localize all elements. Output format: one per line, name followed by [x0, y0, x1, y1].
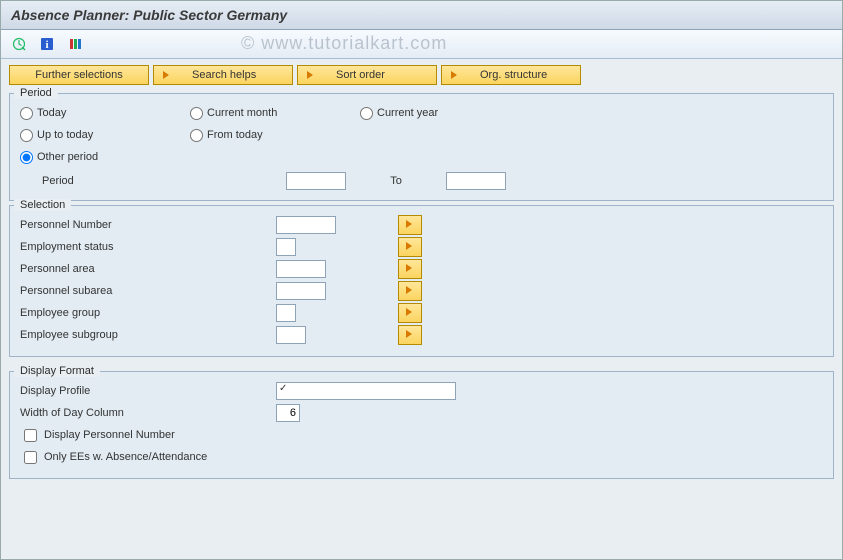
- perssub-label: Personnel subarea: [20, 285, 270, 297]
- persarea-multiple-selection-button[interactable]: [398, 259, 422, 279]
- period-to-input[interactable]: [446, 172, 506, 190]
- further-selections-label: Further selections: [35, 69, 122, 81]
- sort-order-button[interactable]: Sort order: [297, 65, 437, 85]
- eg-multiple-selection-button[interactable]: [398, 303, 422, 323]
- sort-order-label: Sort order: [336, 69, 385, 81]
- radio-up-to-today-label: Up to today: [37, 129, 93, 141]
- selection-row-pernr: Personnel Number: [20, 214, 823, 236]
- radio-current-month-input[interactable]: [190, 107, 203, 120]
- arrow-right-icon: [448, 68, 462, 82]
- display-profile-label: Display Profile: [20, 385, 270, 397]
- width-day-column-label: Width of Day Column: [20, 407, 270, 419]
- svg-text:i: i: [45, 39, 48, 51]
- arrow-right-icon: [404, 328, 416, 343]
- display-profile-input[interactable]: [276, 382, 456, 400]
- radio-up-to-today-input[interactable]: [20, 129, 33, 142]
- selection-row-eg: Employee group: [20, 302, 823, 324]
- pernr-label: Personnel Number: [20, 219, 270, 231]
- esg-input[interactable]: [276, 326, 306, 344]
- only-ees-checkbox-row[interactable]: Only EEs w. Absence/Attendance: [20, 446, 823, 468]
- arrow-right-icon: [404, 284, 416, 299]
- radio-from-today-input[interactable]: [190, 129, 203, 142]
- radio-other-period[interactable]: Other period: [20, 151, 190, 164]
- search-helps-button[interactable]: Search helps: [153, 65, 293, 85]
- window-titlebar: Absence Planner: Public Sector Germany: [1, 1, 842, 30]
- radio-today[interactable]: Today: [20, 107, 190, 120]
- org-structure-button[interactable]: Org. structure: [441, 65, 581, 85]
- radio-today-input[interactable]: [20, 107, 33, 120]
- period-to-label: To: [356, 175, 436, 187]
- empstat-input[interactable]: [276, 238, 296, 256]
- arrow-right-icon: [304, 68, 318, 82]
- bars-icon: [68, 37, 82, 51]
- information-button[interactable]: i: [37, 34, 57, 54]
- arrow-right-icon: [160, 68, 174, 82]
- pernr-multiple-selection-button[interactable]: [398, 215, 422, 235]
- display-pernr-label: Display Personnel Number: [44, 429, 175, 441]
- app-toolbar: i: [1, 30, 842, 59]
- selection-row-empstat: Employment status: [20, 236, 823, 258]
- perssub-multiple-selection-button[interactable]: [398, 281, 422, 301]
- radio-from-today[interactable]: From today: [190, 129, 360, 142]
- only-ees-checkbox[interactable]: [24, 451, 37, 464]
- persarea-input[interactable]: [276, 260, 326, 278]
- period-panel: Period Today Current month Current year …: [9, 93, 834, 201]
- radio-current-month-label: Current month: [207, 107, 277, 119]
- period-from-input[interactable]: [286, 172, 346, 190]
- display-legend: Display Format: [14, 365, 100, 377]
- esg-multiple-selection-button[interactable]: [398, 325, 422, 345]
- info-icon: i: [40, 37, 54, 51]
- selection-row-persarea: Personnel area: [20, 258, 823, 280]
- pernr-input[interactable]: [276, 216, 336, 234]
- selection-panel: Selection Personnel NumberEmployment sta…: [9, 205, 834, 357]
- arrow-right-icon: [404, 240, 416, 255]
- esg-label: Employee subgroup: [20, 329, 270, 341]
- only-ees-label: Only EEs w. Absence/Attendance: [44, 451, 207, 463]
- display-pernr-checkbox[interactable]: [24, 429, 37, 442]
- further-selections-button[interactable]: Further selections: [9, 65, 149, 85]
- radio-from-today-label: From today: [207, 129, 263, 141]
- arrow-right-icon: [404, 218, 416, 233]
- app-window: Absence Planner: Public Sector Germany ©…: [0, 0, 843, 560]
- eg-input[interactable]: [276, 304, 296, 322]
- empstat-multiple-selection-button[interactable]: [398, 237, 422, 257]
- radio-today-label: Today: [37, 107, 66, 119]
- empstat-label: Employment status: [20, 241, 270, 253]
- radio-current-year[interactable]: Current year: [360, 107, 530, 120]
- radio-other-period-label: Other period: [37, 151, 98, 163]
- radio-current-year-label: Current year: [377, 107, 438, 119]
- display-format-panel: Display Format Display Profile ✓ Width o…: [9, 371, 834, 479]
- variant-button[interactable]: [65, 34, 85, 54]
- selection-buttons-row: Further selections Search helps Sort ord…: [1, 59, 842, 89]
- perssub-input[interactable]: [276, 282, 326, 300]
- period-legend: Period: [14, 87, 58, 99]
- arrow-right-icon: [404, 262, 416, 277]
- selection-legend: Selection: [14, 199, 71, 211]
- eg-label: Employee group: [20, 307, 270, 319]
- radio-current-year-input[interactable]: [360, 107, 373, 120]
- radio-current-month[interactable]: Current month: [190, 107, 360, 120]
- search-helps-label: Search helps: [192, 69, 256, 81]
- org-structure-label: Org. structure: [480, 69, 547, 81]
- selection-row-perssub: Personnel subarea: [20, 280, 823, 302]
- selection-row-esg: Employee subgroup: [20, 324, 823, 346]
- persarea-label: Personnel area: [20, 263, 270, 275]
- period-label: Period: [42, 175, 106, 187]
- radio-up-to-today[interactable]: Up to today: [20, 129, 190, 142]
- clock-execute-icon: [12, 37, 26, 51]
- radio-other-period-input[interactable]: [20, 151, 33, 164]
- display-pernr-checkbox-row[interactable]: Display Personnel Number: [20, 424, 823, 446]
- arrow-right-icon: [404, 306, 416, 321]
- check-icon: ✓: [279, 383, 287, 394]
- width-day-column-input[interactable]: [276, 404, 300, 422]
- window-title: Absence Planner: Public Sector Germany: [11, 7, 287, 23]
- execute-button[interactable]: [9, 34, 29, 54]
